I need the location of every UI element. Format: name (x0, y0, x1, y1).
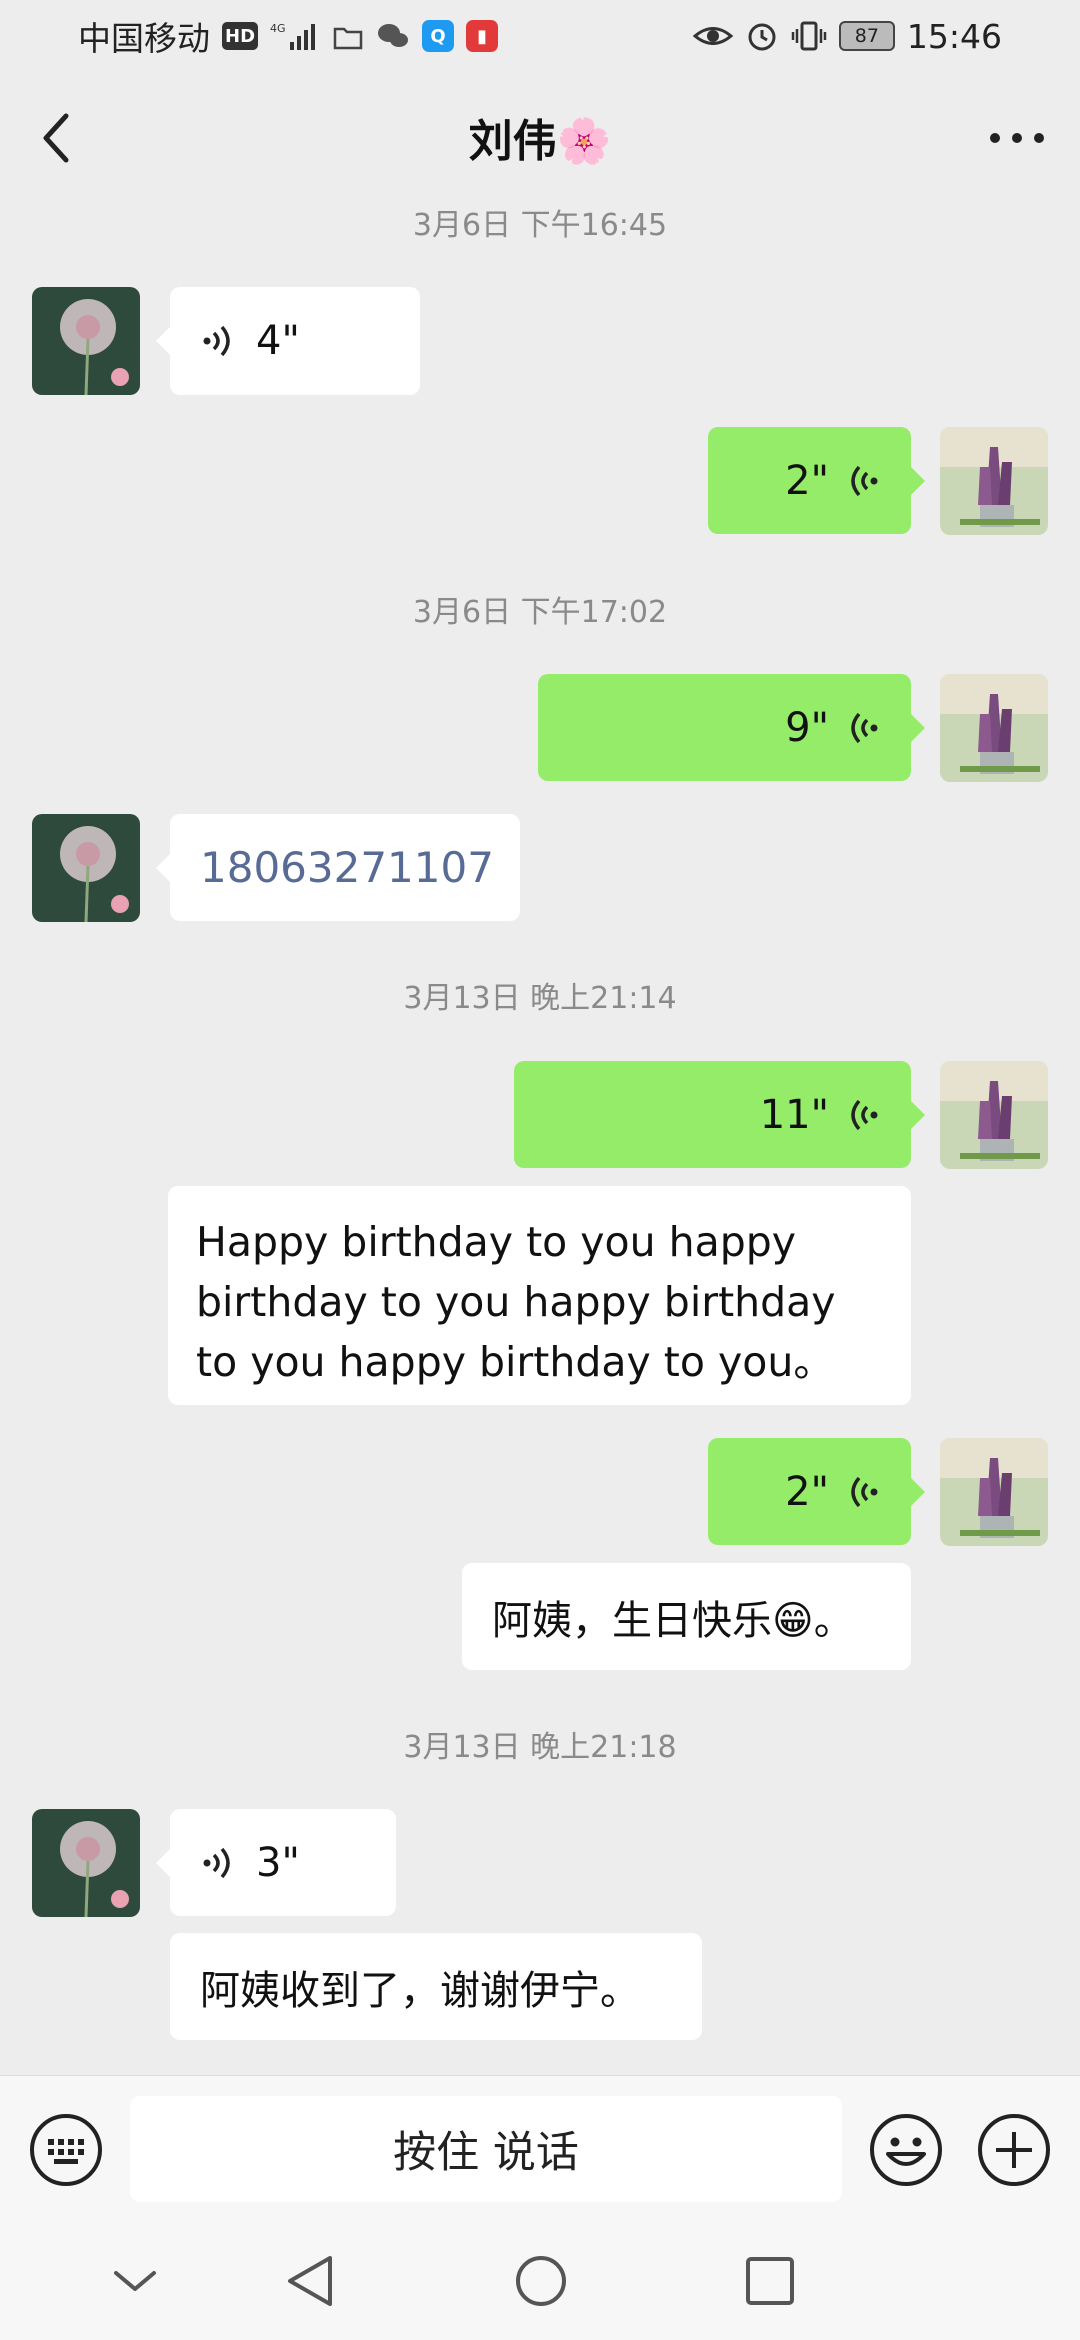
timestamp: 3月13日 晚上21:14 (403, 981, 677, 1016)
voice-duration: 4" (256, 318, 300, 364)
back-arrow-icon[interactable] (30, 108, 90, 168)
carrier-label: 中国移动 (78, 19, 210, 58)
voice-message-bubble[interactable]: 3" (156, 1809, 396, 1916)
battery-icon: 87 (838, 21, 895, 51)
folder-icon (333, 27, 363, 50)
my-avatar[interactable] (940, 427, 1048, 535)
search-app-icon: Q (422, 20, 455, 52)
voice-wave-icon (851, 1099, 878, 1130)
status-bar-right: 87 15:46 (692, 16, 1002, 56)
voice-message-bubble[interactable]: 4" (156, 287, 420, 395)
my-avatar[interactable] (940, 1438, 1048, 1546)
hold-to-talk-button[interactable]: 按住 说话 (130, 2096, 842, 2202)
hd-icon: HD (222, 22, 259, 50)
status-time: 15:46 (906, 16, 1002, 56)
eye-icon (692, 27, 733, 45)
transcription-text: Happy birthday to you happy birthday to … (196, 1218, 836, 1386)
voice-duration: 2" (785, 1468, 829, 1515)
more-options-icon[interactable] (982, 108, 1052, 168)
voice-wave-icon (851, 465, 878, 496)
voice-duration: 11" (759, 1091, 829, 1138)
status-bar-left: 中国移动 HD 4G Q ▮ (78, 12, 499, 60)
alarm-icon (748, 23, 776, 51)
phone-number-link[interactable]: 18063271107 (200, 843, 494, 892)
voice-message-bubble[interactable]: 2" (708, 1438, 925, 1545)
back-triangle-icon[interactable] (282, 2252, 338, 2310)
chevron-down-icon[interactable] (110, 2263, 160, 2299)
vibrate-icon (791, 21, 827, 51)
chat-header: 刘伟🌸 (0, 72, 1080, 202)
chat-input-bar: 按住 说话 (0, 2075, 1080, 2225)
wechat-icon (378, 24, 409, 47)
timestamp: 3月6日 下午17:02 (412, 595, 668, 630)
recent-apps-icon[interactable] (742, 2252, 798, 2310)
voice-duration: 2" (785, 457, 829, 504)
status-bar: 中国移动 HD 4G Q ▮ 87 15:46 (0, 0, 1080, 72)
home-circle-icon[interactable] (513, 2252, 569, 2310)
voice-duration: 9" (785, 704, 829, 751)
my-avatar[interactable] (940, 674, 1048, 782)
voice-wave-icon (851, 712, 878, 743)
keyboard-toggle-icon[interactable] (28, 2112, 104, 2188)
voice-transcription-bubble[interactable]: 阿姨，生日快乐😁。 (462, 1563, 911, 1670)
contact-avatar[interactable] (32, 814, 140, 922)
voice-message-bubble[interactable]: 2" (708, 427, 925, 534)
reader-app-icon: ▮ (466, 20, 499, 52)
voice-message-bubble[interactable]: 9" (538, 674, 925, 781)
contact-avatar[interactable] (32, 287, 140, 395)
voice-wave-icon (203, 325, 230, 357)
chat-title: 刘伟🌸 (468, 116, 612, 167)
svg-text:4G: 4G (270, 22, 286, 35)
transcription-text: 阿姨，生日快乐😁。 (492, 1597, 854, 1644)
text-message-bubble[interactable]: 18063271107 (156, 814, 520, 921)
transcription-text: 阿姨收到了，谢谢伊宁。 (200, 1967, 640, 2014)
signal-icon: 4G (270, 22, 316, 50)
voice-transcription-bubble[interactable]: Happy birthday to you happy birthday to … (168, 1186, 911, 1405)
timestamp: 3月13日 晚上21:18 (403, 1730, 677, 1765)
plus-icon[interactable] (976, 2112, 1052, 2188)
my-avatar[interactable] (940, 1061, 1048, 1169)
voice-wave-icon (851, 1476, 878, 1507)
timestamp: 3月6日 下午16:45 (412, 208, 668, 243)
emoji-icon[interactable] (868, 2112, 944, 2188)
voice-transcription-bubble[interactable]: 阿姨收到了，谢谢伊宁。 (170, 1933, 702, 2040)
system-navigation-bar (0, 2225, 1080, 2340)
voice-message-bubble[interactable]: 11" (514, 1061, 925, 1168)
voice-wave-icon (203, 1847, 230, 1878)
contact-avatar[interactable] (32, 1809, 140, 1917)
voice-duration: 3" (256, 1839, 300, 1886)
